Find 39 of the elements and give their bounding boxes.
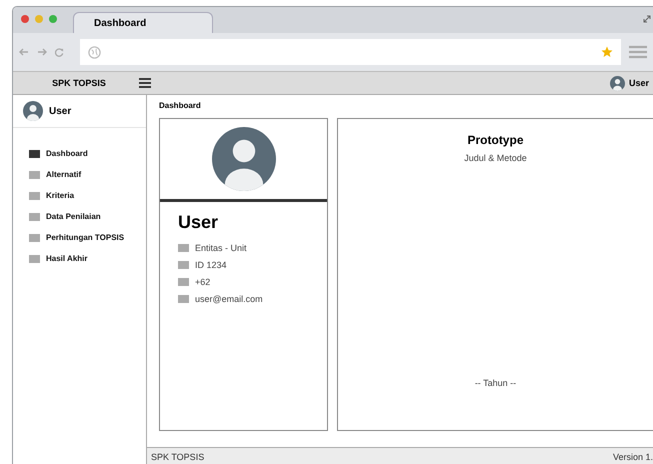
user-avatar-icon: [23, 101, 43, 121]
profile-detail: +62: [195, 276, 210, 286]
info-title: Prototype: [467, 133, 524, 147]
menu-icon[interactable]: [139, 78, 151, 88]
sidebar-item[interactable]: Perhitungan TOPSIS: [29, 230, 146, 245]
user-avatar-icon: [610, 76, 625, 90]
address-field[interactable]: [80, 39, 621, 65]
resize-icon[interactable]: [643, 15, 651, 23]
footer-brand: SPK TOPSIS: [151, 452, 204, 462]
header-user-name[interactable]: User: [628, 78, 649, 88]
sidebar-item[interactable]: Data Penilaian: [29, 209, 146, 224]
forward-icon[interactable]: [37, 47, 47, 57]
profile-detail: user@email.com: [195, 294, 263, 304]
sidebar-item[interactable]: Alternatif: [29, 167, 146, 182]
profile-avatar-icon: [212, 127, 276, 191]
profile-detail: ID 1234: [195, 260, 227, 270]
globe-icon: [88, 46, 101, 58]
detail-icon: [178, 244, 189, 252]
sidebar-item[interactable]: Kriteria: [29, 188, 146, 203]
footer-version: Version 1.: [612, 452, 653, 462]
breadcrumb: Dashboard: [159, 101, 202, 110]
app-brand: SPK TOPSIS: [51, 78, 107, 88]
sidebar-user-name: User: [49, 106, 72, 116]
minimize-button[interactable]: [35, 15, 43, 23]
profile-name: User: [177, 211, 220, 234]
star-icon[interactable]: [601, 46, 613, 58]
browser-tab[interactable]: Dashboard: [73, 12, 213, 33]
maximize-button[interactable]: [49, 15, 57, 23]
close-button[interactable]: [21, 15, 29, 23]
back-icon[interactable]: [19, 47, 29, 57]
info-year: -- Tahun --: [474, 378, 516, 388]
info-subtitle: Judul & Metode: [464, 153, 527, 163]
reload-icon[interactable]: [55, 48, 64, 56]
detail-icon: [178, 260, 189, 268]
sidebar-item[interactable]: Dashboard: [29, 146, 146, 161]
detail-icon: [178, 294, 189, 302]
detail-icon: [178, 278, 189, 286]
profile-detail: Entitas - Unit: [195, 242, 247, 252]
sidebar-item[interactable]: Hasil Akhir: [29, 251, 146, 266]
